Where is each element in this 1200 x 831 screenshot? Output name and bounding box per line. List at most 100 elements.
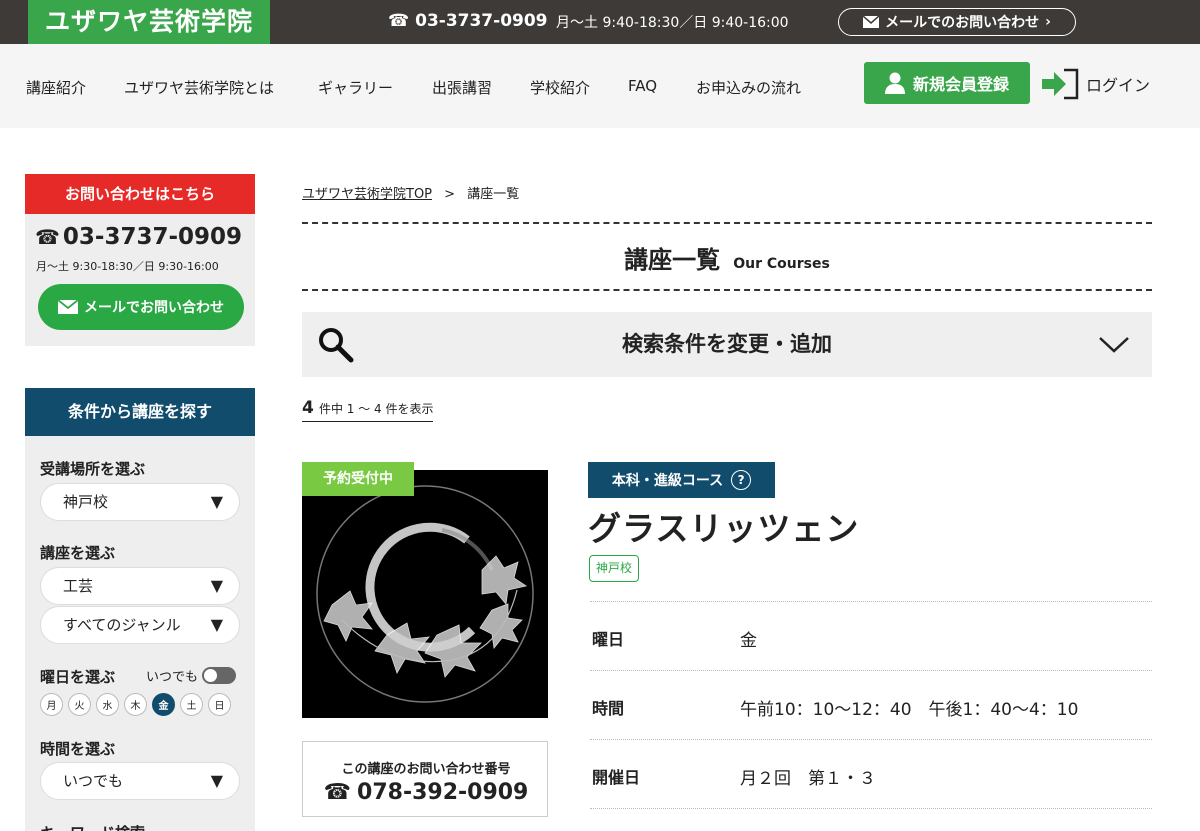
contact-hours: 月〜土 9:30-18:30／日 9:30-16:00 bbox=[36, 260, 219, 273]
register-button[interactable]: 新規会員登録 bbox=[864, 62, 1030, 104]
info-key: 曜日 bbox=[592, 630, 625, 649]
register-label: 新規会員登録 bbox=[912, 75, 1009, 94]
day-fri[interactable]: 金 bbox=[152, 693, 175, 716]
contact-mail-button[interactable]: メールでお問い合わせ bbox=[38, 284, 244, 330]
breadcrumb-home[interactable]: ユザワヤ芸術学院TOP bbox=[302, 187, 432, 202]
result-total: 4 bbox=[302, 398, 314, 418]
day-label: 曜日を選ぶ bbox=[40, 668, 116, 686]
result-text: 件中 1 〜 4 件を表示 bbox=[318, 402, 434, 416]
page-title-jp: 講座一覧 bbox=[624, 246, 721, 274]
day-picker: 月 火 水 木 金 土 日 bbox=[40, 693, 231, 716]
info-row-day: 曜日 金 bbox=[590, 601, 1152, 670]
nav-item-courses[interactable]: 講座紹介 bbox=[26, 77, 86, 98]
breadcrumb-current: 講座一覧 bbox=[467, 187, 520, 202]
phone-icon: ☎ bbox=[35, 225, 60, 249]
login-icon bbox=[1042, 68, 1080, 100]
nav-item-schools[interactable]: 学校紹介 bbox=[530, 77, 590, 98]
login-label: ログイン bbox=[1086, 76, 1151, 95]
page-title-en: Our Courses bbox=[733, 256, 830, 272]
caret-down-icon: ▼ bbox=[210, 492, 223, 511]
genre-select[interactable]: すべてのジャンル ▼ bbox=[40, 606, 240, 644]
info-key: 時間 bbox=[592, 699, 625, 718]
info-value: 月２回 第１・３ bbox=[740, 769, 876, 789]
nav-item-faq[interactable]: FAQ bbox=[628, 77, 657, 95]
main-content: お問い合わせはこちら ☎ 03-3737-0909 月〜土 9:30-18:30… bbox=[0, 128, 1200, 831]
phone-icon: ☎ bbox=[323, 780, 352, 805]
page-title: 講座一覧 Our Courses bbox=[302, 240, 1152, 275]
day-thu[interactable]: 木 bbox=[124, 693, 147, 716]
contact-heading: お問い合わせはこちら bbox=[25, 174, 255, 214]
header-mail-label: メールでのお問い合わせ bbox=[885, 15, 1040, 31]
course-category-badge[interactable]: 本科・進級コース ? bbox=[588, 462, 775, 498]
info-value: 午前10：10〜12：40 午後1：40〜4：10 bbox=[740, 700, 1079, 720]
header-phone: ☎ 03-3737-0909 bbox=[388, 11, 548, 31]
breadcrumb: ユザワヤ芸術学院TOP > 講座一覧 bbox=[302, 183, 519, 202]
header-phone-number: 03-3737-0909 bbox=[415, 11, 548, 31]
phone-icon: ☎ bbox=[388, 11, 410, 31]
time-label: 時間を選ぶ bbox=[40, 740, 116, 758]
header-mail-button[interactable]: メールでのお問い合わせ › bbox=[838, 8, 1076, 36]
course-inquiry[interactable]: この講座のお問い合わせ番号 ☎ 078-392-0909 bbox=[302, 741, 548, 817]
sidebar-search: 条件から講座を探す 受講場所を選ぶ 神戸校 ▼ 講座を選ぶ 工芸 ▼ すべてのジ… bbox=[25, 388, 255, 831]
time-select[interactable]: いつでも ▼ bbox=[40, 762, 240, 800]
anyday-toggle[interactable]: いつでも bbox=[146, 666, 237, 685]
toggle-switch[interactable] bbox=[202, 667, 237, 684]
course-select[interactable]: 工芸 ▼ bbox=[40, 567, 240, 605]
time-value: いつでも bbox=[63, 772, 124, 790]
info-key: 開催日 bbox=[592, 768, 641, 787]
nav-item-outreach[interactable]: 出張講習 bbox=[432, 77, 492, 98]
course-image[interactable] bbox=[302, 470, 548, 718]
reservation-status-badge: 予約受付中 bbox=[302, 462, 414, 496]
main-nav: 講座紹介 ユザワヤ芸術学院とは ギャラリー 出張講習 学校紹介 FAQ お申込み… bbox=[0, 44, 1200, 128]
login-button[interactable]: ログイン bbox=[1042, 68, 1150, 100]
info-divider bbox=[590, 808, 1152, 810]
filter-toggle[interactable]: 検索条件を変更・追加 bbox=[302, 312, 1152, 377]
category-label: 本科・進級コース bbox=[611, 473, 724, 489]
contact-mail-label: メールでお問い合わせ bbox=[84, 300, 224, 316]
inquiry-phone: ☎ 078-392-0909 bbox=[303, 780, 549, 805]
day-sun[interactable]: 日 bbox=[208, 693, 231, 716]
site-logo[interactable]: ユザワヤ芸術学院 bbox=[28, 0, 270, 44]
filter-label: 検索条件を変更・追加 bbox=[622, 332, 832, 356]
title-divider-top bbox=[302, 222, 1152, 224]
chevron-right-icon: › bbox=[1045, 14, 1051, 30]
location-select[interactable]: 神戸校 ▼ bbox=[40, 483, 240, 521]
caret-down-icon: ▼ bbox=[210, 576, 223, 595]
chevron-down-icon bbox=[1098, 336, 1130, 354]
top-bar: ユザワヤ芸術学院 ☎ 03-3737-0909 月〜土 9:40-18:30／日… bbox=[0, 0, 1200, 44]
contact-phone-number: 03-3737-0909 bbox=[62, 224, 243, 250]
nav-item-application-flow[interactable]: お申込みの流れ bbox=[696, 77, 801, 98]
info-row-schedule: 開催日 月２回 第１・３ bbox=[590, 739, 1152, 808]
location-label: 受講場所を選ぶ bbox=[40, 460, 146, 478]
envelope-icon bbox=[863, 16, 880, 28]
inquiry-phone-number: 078-392-0909 bbox=[357, 780, 529, 805]
info-row-time: 時間 午前10：10〜12：40 午後1：40〜4：10 bbox=[590, 670, 1152, 739]
caret-down-icon: ▼ bbox=[210, 771, 223, 790]
sidebar-contact: お問い合わせはこちら ☎ 03-3737-0909 月〜土 9:30-18:30… bbox=[25, 174, 255, 346]
result-count: 4 件中 1 〜 4 件を表示 bbox=[302, 398, 434, 422]
breadcrumb-separator: > bbox=[444, 187, 456, 202]
day-mon[interactable]: 月 bbox=[40, 693, 63, 716]
location-value: 神戸校 bbox=[63, 493, 109, 511]
nav-item-gallery[interactable]: ギャラリー bbox=[318, 77, 393, 98]
inquiry-label: この講座のお問い合わせ番号 bbox=[341, 762, 511, 777]
contact-phone[interactable]: ☎ 03-3737-0909 bbox=[35, 224, 242, 250]
info-value: 金 bbox=[740, 631, 757, 651]
genre-value: すべてのジャンル bbox=[63, 616, 181, 634]
glass-plate-illustration bbox=[302, 470, 548, 718]
user-icon bbox=[884, 72, 905, 94]
course-title[interactable]: グラスリッツェン bbox=[588, 502, 859, 550]
anyday-label: いつでも bbox=[146, 670, 199, 685]
day-tue[interactable]: 火 bbox=[68, 693, 91, 716]
day-wed[interactable]: 水 bbox=[96, 693, 119, 716]
envelope-icon bbox=[58, 300, 78, 314]
course-value: 工芸 bbox=[63, 577, 94, 595]
keyword-label: キーワード検索 bbox=[40, 822, 145, 831]
nav-item-about[interactable]: ユザワヤ芸術学院とは bbox=[124, 77, 274, 98]
search-heading: 条件から講座を探す bbox=[25, 388, 255, 436]
caret-down-icon: ▼ bbox=[210, 615, 223, 634]
help-icon[interactable]: ? bbox=[731, 470, 752, 490]
title-divider-bottom bbox=[302, 289, 1152, 291]
header-hours: 月〜土 9:40-18:30／日 9:40-16:00 bbox=[556, 15, 789, 31]
day-sat[interactable]: 土 bbox=[180, 693, 203, 716]
